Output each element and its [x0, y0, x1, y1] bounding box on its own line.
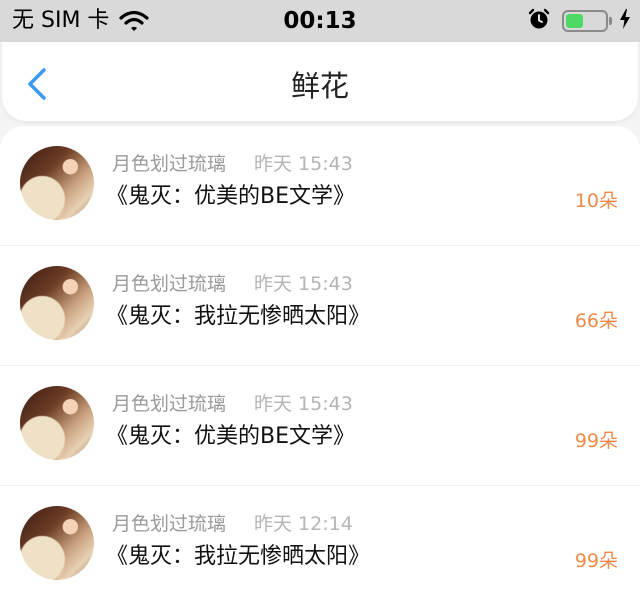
list-item[interactable]: 月色划过琉璃 昨天 15:43 《鬼灭：优美的BE文学》 99朵 — [0, 366, 640, 486]
flower-list: 月色划过琉璃 昨天 15:43 《鬼灭：优美的BE文学》 10朵 月色划过琉璃 … — [0, 126, 640, 604]
timestamp: 昨天 15:43 — [254, 153, 353, 175]
battery-fill — [566, 14, 583, 28]
username: 月色划过琉璃 — [112, 513, 227, 535]
book-title: 《鬼灭：优美的BE文学》 — [106, 184, 355, 209]
timestamp: 昨天 15:43 — [254, 273, 353, 295]
nav-bar: 鲜花 — [2, 42, 638, 121]
battery-icon — [562, 10, 612, 32]
list-item[interactable]: 月色划过琉璃 昨天 12:14 《鬼灭：我拉无惨晒太阳》 99朵 — [0, 486, 640, 604]
page-title: 鲜花 — [290, 69, 349, 103]
timestamp: 昨天 15:43 — [254, 393, 353, 415]
avatar[interactable] — [20, 146, 94, 220]
book-title: 《鬼灭：优美的BE文学》 — [106, 424, 355, 449]
username: 月色划过琉璃 — [112, 153, 227, 175]
flower-count: 99朵 — [574, 430, 618, 452]
status-right — [528, 8, 630, 34]
timestamp: 昨天 12:14 — [254, 513, 353, 535]
book-title: 《鬼灭：我拉无惨晒太阳》 — [106, 544, 371, 569]
avatar[interactable] — [20, 506, 94, 580]
username: 月色划过琉璃 — [112, 273, 227, 295]
alarm-clock-icon — [528, 8, 550, 34]
list-item[interactable]: 月色划过琉璃 昨天 15:43 《鬼灭：我拉无惨晒太阳》 66朵 — [0, 246, 640, 366]
flower-count: 99朵 — [574, 550, 618, 572]
status-bar: 无 SIM 卡 00:13 — [0, 0, 640, 42]
book-title: 《鬼灭：我拉无惨晒太阳》 — [106, 304, 371, 329]
flower-count: 10朵 — [574, 190, 618, 212]
flower-count: 66朵 — [574, 310, 618, 332]
avatar[interactable] — [20, 386, 94, 460]
avatar[interactable] — [20, 266, 94, 340]
list-item[interactable]: 月色划过琉璃 昨天 15:43 《鬼灭：优美的BE文学》 10朵 — [0, 126, 640, 246]
charging-bolt-icon — [620, 9, 630, 33]
username: 月色划过琉璃 — [112, 393, 227, 415]
